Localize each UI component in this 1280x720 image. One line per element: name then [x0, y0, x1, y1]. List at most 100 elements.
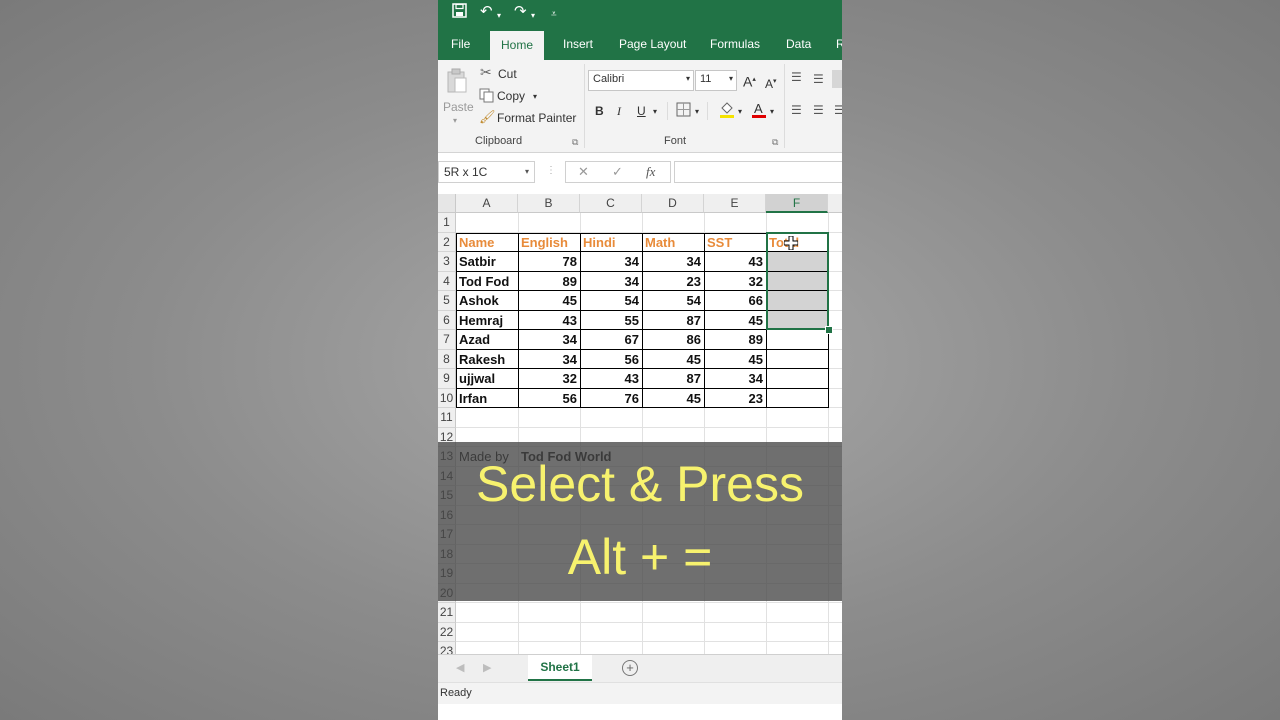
cell[interactable]: 54: [642, 291, 704, 311]
fill-color-icon[interactable]: [719, 101, 735, 122]
row-header-9[interactable]: 9: [438, 369, 456, 389]
column-header-d[interactable]: D: [642, 194, 704, 213]
row-header-5[interactable]: 5: [438, 291, 456, 311]
cell[interactable]: 66: [704, 291, 766, 311]
column-header-a[interactable]: A: [456, 194, 518, 213]
cell[interactable]: 54: [580, 291, 642, 311]
cell[interactable]: 45: [518, 291, 580, 311]
cell[interactable]: Azad: [456, 330, 518, 350]
align-middle-icon[interactable]: ☰: [813, 72, 824, 86]
grow-font-button[interactable]: A▴: [743, 73, 756, 89]
cell[interactable]: 32: [518, 369, 580, 389]
row-header-11[interactable]: 11: [438, 408, 456, 428]
cell[interactable]: 76: [580, 389, 642, 409]
row-header-22[interactable]: 22: [438, 622, 456, 642]
tab-page-layout[interactable]: Page Layout: [619, 37, 686, 51]
cell[interactable]: 86: [642, 330, 704, 350]
copy-icon[interactable]: [479, 88, 494, 106]
paste-dropdown-icon[interactable]: ▾: [453, 114, 457, 128]
row-header-6[interactable]: 6: [438, 310, 456, 330]
select-all-button[interactable]: [438, 194, 456, 213]
cell[interactable]: Hemraj: [456, 311, 518, 331]
add-sheet-icon[interactable]: +: [622, 660, 638, 676]
font-color-icon[interactable]: A: [751, 101, 767, 122]
cell[interactable]: 45: [704, 311, 766, 331]
bold-button[interactable]: B: [595, 104, 604, 118]
fill-handle[interactable]: [825, 326, 833, 334]
cell[interactable]: Hindi: [580, 233, 642, 253]
column-header-b[interactable]: B: [518, 194, 580, 213]
italic-button[interactable]: I: [617, 104, 621, 118]
next-sheet-icon[interactable]: ▶: [483, 661, 491, 674]
font-color-dropdown-icon[interactable]: ▾: [770, 105, 774, 119]
save-icon[interactable]: [452, 3, 467, 23]
cell[interactable]: Satbir: [456, 252, 518, 272]
align-bottom-icon[interactable]: [832, 70, 842, 88]
sheet-tab-sheet1[interactable]: Sheet1: [528, 655, 592, 681]
cell[interactable]: 67: [580, 330, 642, 350]
row-header-23[interactable]: 23: [438, 642, 456, 654]
row-header-8[interactable]: 8: [438, 349, 456, 369]
cell[interactable]: ujjwal: [456, 369, 518, 389]
column-header-f[interactable]: F: [766, 194, 828, 213]
copy-dropdown-icon[interactable]: ▾: [533, 90, 537, 104]
cell[interactable]: 34: [580, 252, 642, 272]
cell[interactable]: 34: [580, 272, 642, 292]
prev-sheet-icon[interactable]: ◀: [456, 661, 464, 674]
name-box-dropdown-icon[interactable]: ▾: [525, 162, 529, 182]
name-box[interactable]: 5R x 1C ▾: [438, 161, 535, 183]
formula-input[interactable]: [674, 161, 842, 183]
cell[interactable]: 45: [704, 350, 766, 370]
cell[interactable]: 45: [642, 389, 704, 409]
row-header-7[interactable]: 7: [438, 330, 456, 350]
cell[interactable]: 78: [518, 252, 580, 272]
cell[interactable]: 34: [704, 369, 766, 389]
copy-button[interactable]: Copy: [497, 89, 525, 103]
cell[interactable]: 56: [580, 350, 642, 370]
cell[interactable]: 43: [704, 252, 766, 272]
column-header-g[interactable]: [828, 194, 842, 213]
cell[interactable]: 89: [518, 272, 580, 292]
cell[interactable]: Tod Fod: [456, 272, 518, 292]
row-header-2[interactable]: 2: [438, 232, 456, 252]
cell[interactable]: 23: [704, 389, 766, 409]
cell[interactable]: 43: [580, 369, 642, 389]
tab-data[interactable]: Data: [786, 37, 811, 51]
cell[interactable]: Irfan: [456, 389, 518, 409]
format-painter-button[interactable]: Format Painter: [497, 111, 576, 125]
paste-button[interactable]: Paste: [443, 100, 474, 114]
tab-file[interactable]: File: [451, 37, 470, 51]
fill-color-dropdown-icon[interactable]: ▾: [738, 105, 742, 119]
cell[interactable]: 55: [580, 311, 642, 331]
cell[interactable]: Name: [456, 233, 518, 253]
customize-qat-icon[interactable]: ⩡: [551, 6, 557, 24]
align-right-icon[interactable]: ☰: [834, 103, 842, 117]
cell[interactable]: 34: [518, 350, 580, 370]
cell[interactable]: English: [518, 233, 580, 253]
enter-icon[interactable]: ✓: [612, 164, 623, 180]
column-header-e[interactable]: E: [704, 194, 766, 213]
align-center-icon[interactable]: ☰: [813, 103, 824, 117]
undo-icon[interactable]: ↶: [480, 3, 493, 21]
cell[interactable]: 23: [642, 272, 704, 292]
cut-icon[interactable]: ✂: [480, 65, 492, 79]
row-header-3[interactable]: 3: [438, 252, 456, 272]
shrink-font-button[interactable]: A▾: [765, 75, 777, 91]
undo-dropdown-icon[interactable]: ▾: [497, 7, 501, 25]
insert-function-button[interactable]: fx: [646, 164, 655, 180]
align-left-icon[interactable]: ☰: [791, 103, 802, 117]
column-header-c[interactable]: C: [580, 194, 642, 213]
cell[interactable]: 43: [518, 311, 580, 331]
cell[interactable]: Rakesh: [456, 350, 518, 370]
align-top-icon[interactable]: ☰: [791, 70, 802, 84]
cell[interactable]: 89: [704, 330, 766, 350]
cell[interactable]: 45: [642, 350, 704, 370]
cancel-icon[interactable]: ✕: [578, 164, 589, 180]
tab-insert[interactable]: Insert: [563, 37, 593, 51]
cell[interactable]: 87: [642, 369, 704, 389]
cut-button[interactable]: Cut: [498, 67, 517, 81]
cell[interactable]: Math: [642, 233, 704, 253]
borders-dropdown-icon[interactable]: ▾: [695, 105, 699, 119]
tab-home[interactable]: Home: [490, 31, 545, 60]
redo-dropdown-icon[interactable]: ▾: [531, 7, 535, 25]
